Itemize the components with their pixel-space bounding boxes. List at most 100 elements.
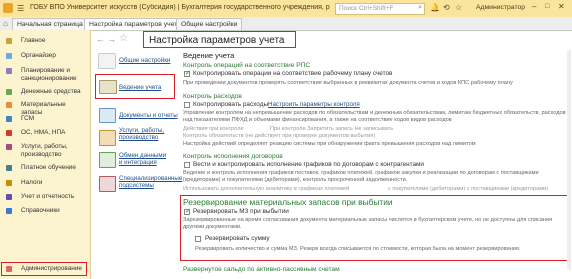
home-tab-icon[interactable]: ⌂ [3, 19, 8, 28]
link-services[interactable]: Услуги, работы, производство [119, 127, 174, 141]
link-control-params[interactable]: Настроить параметры контроля [268, 101, 360, 108]
tab-accounting-settings[interactable]: Настройка параметров учета [84, 18, 187, 30]
sidebar-item-icon [6, 68, 12, 74]
menu-icon[interactable]: ☰ [17, 4, 24, 13]
sidebar-item[interactable]: ОС, НМА, НПА [2, 129, 88, 137]
sidebar-item[interactable]: Платное обучение [2, 164, 88, 172]
page-title: Настройка параметров учета [149, 35, 285, 46]
sidebar-item-label: Планирование и санкционирование [21, 67, 77, 82]
checkbox-rps-label: Контролировать операции на соответствие … [193, 70, 393, 77]
checkbox-reserve[interactable] [184, 207, 191, 215]
section-saldo-title: Развернутое сальдо по активно-пассивным … [183, 266, 340, 273]
section-rps-title: Контроль операций на соответствие РПС [183, 62, 311, 69]
link-documents-reports[interactable]: Документы и отчеты [119, 112, 178, 119]
checkbox-reserve-label: Резервировать МЗ при выбытии [193, 208, 289, 215]
tab-accounting-label: Настройка параметров учета [89, 21, 182, 28]
star-icon[interactable]: ☆ [455, 3, 462, 12]
expenses-scope: Контроль обязательств (не действует при … [183, 133, 376, 139]
link-special-subsystems[interactable]: Специализированные подсистемы [119, 175, 182, 189]
sidebar-item-icon [6, 102, 12, 108]
checkbox-reserve-sum[interactable] [195, 236, 201, 242]
sidebar-item-icon [6, 194, 12, 200]
search-icon: ⌕ [418, 4, 422, 11]
section-expenses-title: Контроль расходов [183, 93, 242, 100]
expenses-footer: Настройка действий определяет реакцию си… [183, 141, 476, 147]
sidebar-item-label: ОС, НМА, НПА [21, 129, 66, 136]
documents-icon [99, 108, 116, 123]
checkbox-reserve-sum-label: Резервировать сумму [205, 235, 270, 242]
tab-home-label: Начальная страница [17, 21, 83, 28]
sidebar-item[interactable]: Органайзер [2, 52, 88, 60]
link-data-exchange[interactable]: Обмен данными и интеграция [119, 152, 171, 166]
checkbox-expenses-label: Контролировать расходы [193, 101, 269, 108]
sidebar-item-icon [6, 165, 12, 171]
sidebar-item[interactable]: Главное [2, 37, 88, 45]
sidebar-item-icon [6, 53, 12, 59]
sidebar-item-label: Справочники [21, 207, 60, 214]
bell-icon[interactable]: 🔔 [430, 3, 440, 12]
sidebar-item[interactable]: Учет и отчетность [2, 193, 88, 201]
expenses-action-values: При контроле Запретить запись Не записыв… [270, 126, 394, 132]
sidebar-item[interactable]: Денежные средства [2, 88, 88, 96]
section-rps-desc: При проведении документов проверять соот… [183, 80, 513, 86]
sidebar-item-icon [6, 130, 12, 136]
sidebar-item[interactable]: Материальные запасы [2, 101, 88, 116]
sidebar-item[interactable]: Справочники [2, 207, 88, 215]
sidebar-item-label: Органайзер [21, 52, 56, 59]
sidebar-item-icon [6, 38, 12, 44]
section-contracts-desc: Ведение и контроль исполнения графиков п… [183, 170, 539, 183]
sidebar-item[interactable]: Налоги [2, 179, 88, 187]
app-logo-icon [3, 3, 13, 13]
sidebar-item-label: Налоги [21, 179, 43, 186]
history-icon[interactable]: ⟲ [443, 3, 450, 12]
sidebar-item-label: Учет и отчетность [21, 193, 75, 200]
title-bar: ☰ ГОБУ ВПО Университет искусств (Субсиди… [0, 0, 572, 18]
tab-general-settings[interactable]: Общие настройки [176, 18, 243, 30]
sidebar-item-label: Денежные средства [21, 88, 81, 95]
subsystems-icon [99, 176, 116, 192]
scrollbar[interactable] [567, 50, 571, 270]
services-icon [99, 130, 116, 146]
sidebar-item-label: Главное [21, 37, 46, 44]
search-field[interactable]: Поиск Ctrl+Shift+F ⌕ [335, 3, 425, 15]
section-expenses-desc: Управление контролем на непревышение рас… [183, 110, 566, 123]
link-general-settings[interactable]: Общие настройки [119, 57, 170, 64]
sidebar-item[interactable]: Услуги, работы, производство [2, 143, 88, 159]
sidebar-item-icon [6, 89, 12, 95]
page-title-box: Настройка параметров учета [143, 31, 296, 48]
exchange-icon [99, 152, 116, 168]
highlight-admin [1, 262, 87, 276]
checkbox-rps[interactable] [184, 69, 191, 77]
sidebar-item-label: Материальные запасы [21, 101, 66, 116]
section-reserve-desc: Зарезервированные на время согласования … [183, 217, 553, 230]
nav-back-icon[interactable]: ← [96, 34, 105, 44]
reserve-sum-desc: Резервировать количество и сумма МЗ. Рез… [195, 246, 521, 252]
general-settings-icon [98, 53, 116, 69]
section-reserve-title: Резервирование материальных запасов при … [183, 197, 393, 207]
checkbox-contracts-label: Вести и контролировать исполнение график… [193, 161, 424, 168]
checkbox-contracts[interactable] [184, 162, 190, 168]
sidebar-item-icon [6, 116, 12, 122]
window-title: ГОБУ ВПО Университет искусств (Субсидия)… [30, 4, 330, 11]
minimize-icon[interactable]: – [532, 2, 536, 11]
section-contracts-title: Контроль исполнения договоров [183, 153, 283, 160]
sidebar-item-label: ГСМ [21, 115, 35, 122]
content-heading: Ведение учета [183, 51, 235, 60]
sidebar-item[interactable]: ГСМ [2, 115, 88, 123]
tab-home[interactable]: Начальная страница [12, 18, 88, 30]
contracts-extra: Использовать дополнительную аналитику в … [183, 186, 350, 192]
search-placeholder: Поиск Ctrl+Shift+F [339, 5, 394, 12]
favorite-star-icon[interactable]: ☆ [119, 33, 128, 44]
sidebar-item-label: Услуги, работы, производство [21, 143, 68, 158]
user-name[interactable]: Администратор [476, 4, 525, 11]
checkbox-expenses[interactable] [184, 102, 190, 108]
maximize-icon[interactable]: □ [545, 3, 549, 10]
sidebar-item-icon [6, 208, 12, 214]
contracts-extra-values: с покупателями (дебиторами) с поставщика… [388, 186, 549, 192]
link-accounting[interactable]: Ведение учета [119, 84, 161, 91]
tab-general-label: Общие настройки [181, 21, 238, 28]
accounting-book-icon [99, 80, 117, 94]
nav-forward-icon[interactable]: → [107, 34, 116, 44]
close-icon[interactable]: ✕ [558, 2, 565, 11]
sidebar-item[interactable]: Планирование и санкционирование [2, 67, 88, 83]
